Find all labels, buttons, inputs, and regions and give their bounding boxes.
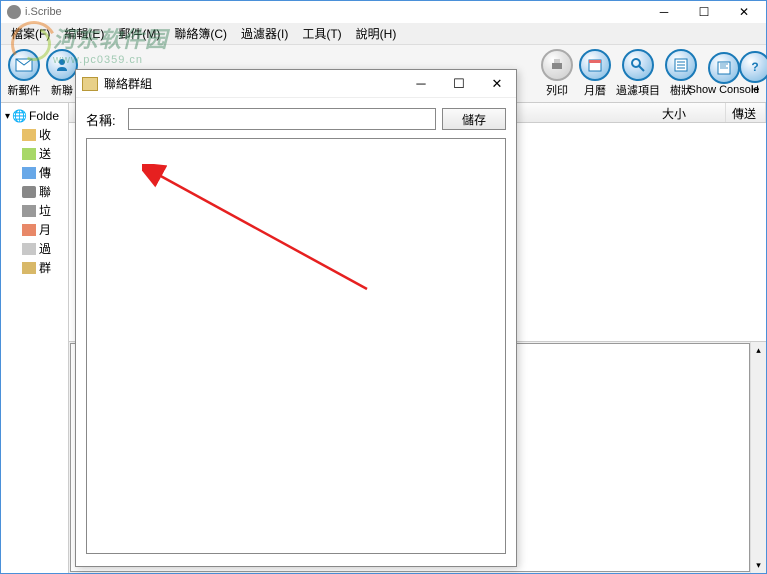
tree-icon [665,49,697,81]
group-list[interactable] [86,138,506,554]
annotation-arrow [142,164,372,294]
new-contact-label: 新聯 [51,82,73,98]
menu-contacts[interactable]: 聯絡簿(C) [168,23,233,44]
tree-item-filters[interactable]: 過 [21,239,66,258]
contact-group-dialog: 聯絡群組 ─ ☐ ✕ 名稱: 儲存 [75,69,517,567]
person-icon [46,49,78,81]
tree-item-contacts[interactable]: 聯 [21,182,66,201]
world-icon: 🌐 [12,109,27,123]
dialog-title: 聯絡群組 [104,75,152,92]
tree-item-trash[interactable]: 垃 [21,201,66,220]
filter-icon [22,243,36,255]
help-icon: ? [739,51,767,83]
menu-bar: 檔案(F) 編輯(E) 郵件(M) 聯絡簿(C) 過濾器(I) 工具(T) 說明… [1,23,766,45]
name-input[interactable] [128,108,436,130]
title-left: i.Scribe [3,5,62,19]
tree-item-spread[interactable]: 傳 [21,163,66,182]
tree-item-sent[interactable]: 送 [21,144,66,163]
tree-item-inbox[interactable]: 收 [21,125,66,144]
folder-icon [22,129,36,141]
new-mail-label: 新郵件 [8,82,41,98]
tree-item-calendar[interactable]: 月 [21,220,66,239]
menu-help[interactable]: 說明(H) [350,23,403,44]
menu-tools[interactable]: 工具(T) [296,23,347,44]
new-mail-button[interactable]: 新郵件 [5,47,43,100]
save-button[interactable]: 儲存 [442,108,506,130]
dialog-minimize-button[interactable]: ─ [402,71,440,97]
h-button[interactable]: ? H [748,49,762,98]
tree-children: 收 送 傳 聯 垃 月 過 群 [3,125,66,277]
folder-tree: ▾ 🌐 Folde 收 送 傳 聯 垃 月 過 群 [1,103,69,573]
main-title-bar: i.Scribe ─ ☐ ✕ [1,1,766,23]
list-col-size[interactable]: 大小 [656,103,726,122]
app-icon [7,5,21,19]
dialog-title-bar[interactable]: 聯絡群組 ─ ☐ ✕ [76,70,516,98]
trash-icon [22,205,36,217]
filter-items-button[interactable]: 過濾項目 [614,47,662,100]
collapse-icon[interactable]: ▾ [5,111,10,122]
print-button[interactable]: 列印 [538,47,576,100]
calendar-label: 月曆 [584,82,606,98]
folder-icon [82,77,98,91]
group-icon [22,262,36,274]
window-controls: ─ ☐ ✕ [644,1,764,23]
dialog-maximize-button[interactable]: ☐ [440,71,478,97]
name-row: 名稱: 儲存 [86,108,506,130]
console-icon [708,52,740,84]
search-icon [622,49,654,81]
dialog-close-button[interactable]: ✕ [478,71,516,97]
calendar-button[interactable]: 月曆 [576,47,614,100]
filter-items-label: 過濾項目 [616,82,660,98]
preview-scrollbar[interactable]: ▴ ▾ [750,342,766,573]
scroll-down-icon[interactable]: ▾ [751,557,766,573]
calendar-icon [579,49,611,81]
tree-root-label: Folde [29,109,59,123]
tree-item-groups[interactable]: 群 [21,258,66,277]
app-title: i.Scribe [25,6,62,18]
main-window: i.Scribe ─ ☐ ✕ 檔案(F) 編輯(E) 郵件(M) 聯絡簿(C) … [0,0,767,574]
calendar-icon [22,224,36,236]
menu-filters[interactable]: 過濾器(I) [235,23,294,44]
dialog-title-left: 聯絡群組 [76,75,152,92]
h-label: H [751,84,759,96]
folder-icon [22,148,36,160]
minimize-button[interactable]: ─ [644,1,684,23]
menu-edit[interactable]: 編輯(E) [58,23,110,44]
list-col-send[interactable]: 傳送 [726,103,766,122]
menu-file[interactable]: 檔案(F) [5,23,56,44]
folder-icon [22,167,36,179]
tree-root[interactable]: ▾ 🌐 Folde [3,107,66,125]
name-label: 名稱: [86,110,122,129]
print-label: 列印 [546,82,568,98]
mail-icon [8,49,40,81]
contact-icon [22,186,36,198]
print-icon [541,49,573,81]
dialog-controls: ─ ☐ ✕ [402,71,516,97]
dialog-body: 名稱: 儲存 [76,98,516,564]
maximize-button[interactable]: ☐ [684,1,724,23]
close-button[interactable]: ✕ [724,1,764,23]
scroll-up-icon[interactable]: ▴ [751,342,766,358]
menu-mail[interactable]: 郵件(M) [112,23,166,44]
